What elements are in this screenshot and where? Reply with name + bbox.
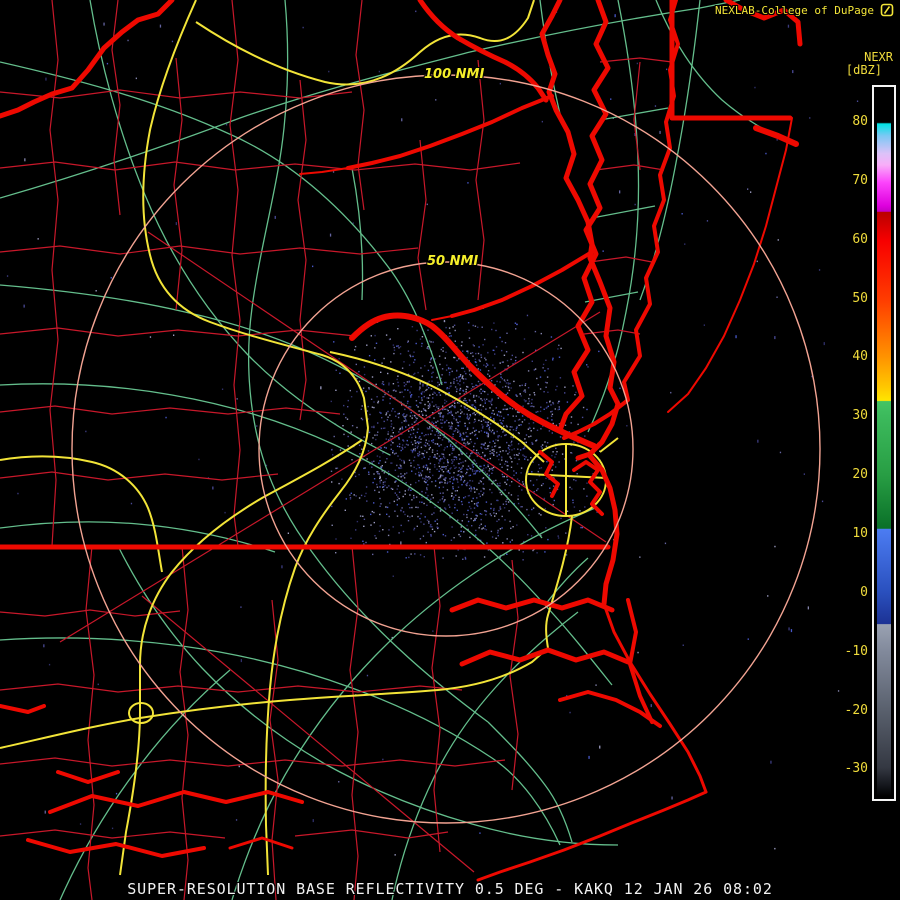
colorbar-tick--30: -30	[844, 761, 868, 777]
college-of-dupage-weather-logo-icon	[880, 3, 894, 17]
colorbar-tick-20: 20	[852, 467, 868, 483]
page-title: NEXLAB-College of DuPage	[715, 4, 874, 17]
colorbar-tick-30: 30	[852, 408, 868, 424]
status-bar-product-text: SUPER-RESOLUTION BASE REFLECTIVITY 0.5 D…	[127, 880, 773, 898]
radar-map	[0, 0, 900, 900]
colorbar-tick-60: 60	[852, 231, 868, 247]
colorbar-tick-50: 50	[852, 290, 868, 306]
colorbar-tick--20: -20	[844, 702, 868, 718]
range-ring-label-50nmi: 50 NMI	[427, 254, 479, 269]
radar-viewer: { "header": { "title": "NEXLAB-College o…	[0, 0, 900, 900]
colorbar-tick--10: -10	[844, 643, 868, 659]
dbz-colorbar-gradient	[877, 90, 891, 796]
colorbar-units-label: [dBZ]	[845, 63, 882, 77]
colorbar-product-label: NEXR	[864, 50, 893, 64]
range-ring-label-100nmi: 100 NMI	[424, 67, 485, 82]
colorbar-tick-80: 80	[852, 114, 868, 129]
colorbar-tick-70: 70	[852, 172, 868, 188]
colorbar-tick-40: 40	[852, 349, 868, 365]
colorbar-tick-10: 10	[852, 525, 868, 541]
dbz-colorbar	[872, 85, 896, 801]
colorbar-tick-0: 0	[860, 584, 868, 600]
